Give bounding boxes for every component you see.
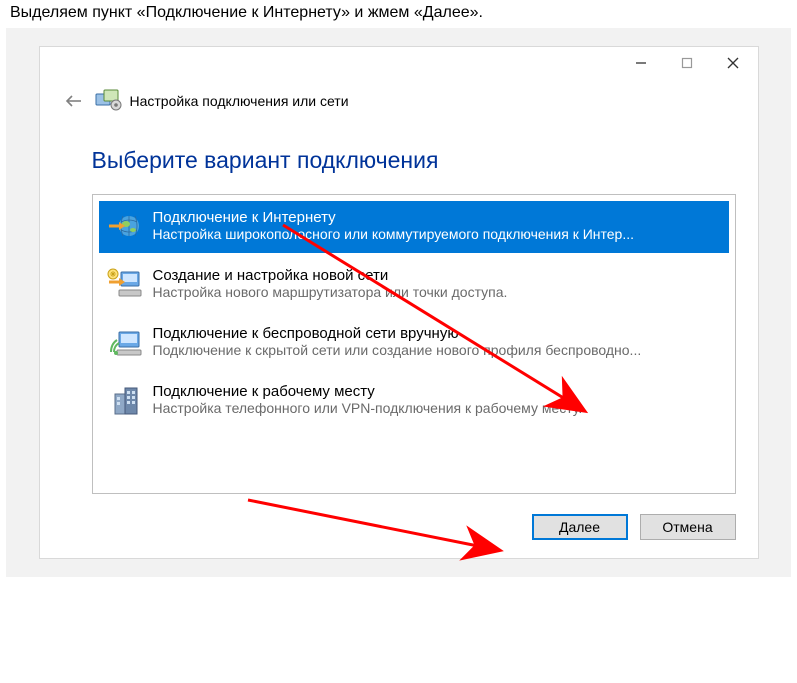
back-arrow-icon[interactable] xyxy=(62,89,86,113)
workplace-icon xyxy=(105,383,145,419)
close-button[interactable] xyxy=(710,48,756,78)
next-button[interactable]: Далее xyxy=(532,514,628,540)
page-heading: Выберите вариант подключения xyxy=(40,117,758,194)
option-title: Подключение к рабочему месту xyxy=(153,383,723,400)
option-title: Подключение к Интернету xyxy=(153,209,723,226)
window-titlebar xyxy=(40,47,758,79)
minimize-button[interactable] xyxy=(618,48,664,78)
wireless-icon xyxy=(105,325,145,361)
option-desc: Настройка телефонного или VPN-подключени… xyxy=(153,400,723,416)
cancel-button[interactable]: Отмена xyxy=(640,514,736,540)
option-title: Подключение к беспроводной сети вручную xyxy=(153,325,723,342)
wizard-title: Настройка подключения или сети xyxy=(130,93,349,109)
option-internet-connection[interactable]: Подключение к Интернету Настройка широко… xyxy=(99,201,729,253)
globe-icon xyxy=(105,209,145,245)
screenshot-frame: Настройка подключения или сети Выберите … xyxy=(6,28,791,577)
option-title: Создание и настройка новой сети xyxy=(153,267,723,284)
maximize-button[interactable] xyxy=(664,48,710,78)
instruction-text: Выделяем пункт «Подключение к Интернету»… xyxy=(0,0,797,28)
network-settings-icon xyxy=(96,90,120,112)
button-row: Далее Отмена xyxy=(40,494,758,550)
option-desc: Настройка нового маршрутизатора или точк… xyxy=(153,284,723,300)
option-create-network[interactable]: Создание и настройка новой сети Настройк… xyxy=(99,261,729,311)
option-workplace[interactable]: Подключение к рабочему месту Настройка т… xyxy=(99,377,729,427)
wizard-window: Настройка подключения или сети Выберите … xyxy=(39,46,759,559)
wizard-header: Настройка подключения или сети xyxy=(40,79,758,117)
option-desc: Подключение к скрытой сети или создание … xyxy=(153,342,723,358)
option-wireless-manual[interactable]: Подключение к беспроводной сети вручную … xyxy=(99,319,729,369)
new-network-icon xyxy=(105,267,145,303)
option-desc: Настройка широкополосного или коммутируе… xyxy=(153,226,723,242)
options-panel: Подключение к Интернету Настройка широко… xyxy=(92,194,736,494)
